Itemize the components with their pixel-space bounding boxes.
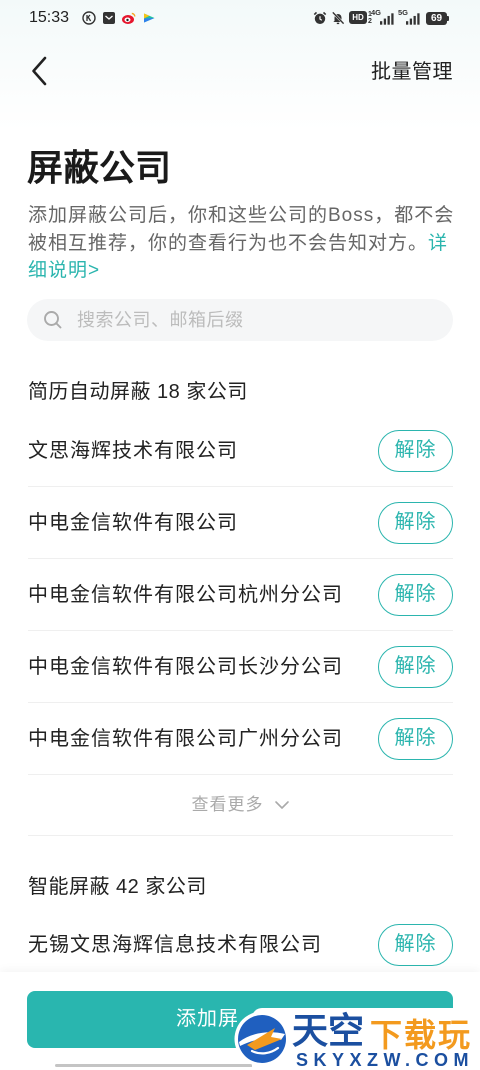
- batch-manage-button[interactable]: 批量管理: [371, 58, 453, 86]
- unblock-button[interactable]: 解除: [378, 574, 453, 616]
- unblock-button[interactable]: 解除: [378, 646, 453, 688]
- search-input[interactable]: [77, 299, 437, 341]
- status-bar: 15:33 HD 1 2 4G 5G 69: [0, 0, 480, 36]
- battery-nub: [447, 16, 449, 21]
- list-item: 中电金信软件有限公司杭州分公司 解除: [28, 559, 453, 631]
- bell-off-icon: [331, 11, 345, 25]
- list-item: 中电金信软件有限公司长沙分公司 解除: [28, 631, 453, 703]
- unblock-button[interactable]: 解除: [378, 718, 453, 760]
- view-more-label: 查看更多: [191, 795, 264, 814]
- watermark-logo-icon: [234, 1011, 290, 1067]
- watermark: 天空 下载玩 SKYXZW.COM: [234, 1008, 480, 1070]
- unblock-button[interactable]: 解除: [378, 924, 453, 966]
- company-name: 无锡文思海辉信息技术有限公司: [28, 934, 322, 956]
- chevron-down-icon: [274, 801, 289, 809]
- search-bar[interactable]: [27, 299, 453, 341]
- smart-blocked-list: 无锡文思海辉信息技术有限公司 解除: [28, 909, 453, 981]
- unblock-button[interactable]: 解除: [378, 430, 453, 472]
- company-name: 中电金信软件有限公司长沙分公司: [28, 656, 343, 678]
- watermark-brand-blue: 天空: [292, 1010, 365, 1051]
- page-title: 屏蔽公司: [27, 147, 172, 188]
- list-item: 文思海辉技术有限公司 解除: [28, 415, 453, 487]
- sim-slot-2: 2: [368, 18, 372, 25]
- auto-blocked-list: 文思海辉技术有限公司 解除 中电金信软件有限公司 解除 中电金信软件有限公司杭州…: [28, 415, 453, 836]
- description-text: 添加屏蔽公司后，你和这些公司的Boss，都不会被相互推荐，你的查看行为也不会告知…: [28, 205, 455, 254]
- signal-icon: [380, 13, 394, 25]
- k-circle-icon: [82, 11, 96, 25]
- watermark-brand-orange: 下载玩: [370, 1017, 473, 1053]
- list-item: 中电金信软件有限公司广州分公司 解除: [28, 703, 453, 775]
- section-heading-smart-blocked: 智能屏蔽 42 家公司: [28, 876, 207, 898]
- company-name: 中电金信软件有限公司: [28, 512, 238, 534]
- company-name: 文思海辉技术有限公司: [28, 440, 238, 462]
- list-item: 无锡文思海辉信息技术有限公司 解除: [28, 909, 453, 981]
- weibo-icon: [122, 12, 136, 24]
- battery-icon: 69: [426, 12, 447, 25]
- status-time: 15:33: [29, 9, 70, 26]
- watermark-domain: SKYXZW.COM: [296, 1050, 475, 1070]
- page-description: 添加屏蔽公司后，你和这些公司的Boss，都不会被相互推荐，你的查看行为也不会告知…: [28, 202, 458, 285]
- section-heading-auto-blocked: 简历自动屏蔽 18 家公司: [28, 381, 248, 403]
- mail-icon: [103, 12, 115, 24]
- list-item: 中电金信软件有限公司 解除: [28, 487, 453, 559]
- search-icon: [44, 311, 62, 329]
- unblock-button[interactable]: 解除: [378, 502, 453, 544]
- signal-icon: [406, 13, 420, 25]
- chevron-left-icon[interactable]: [24, 52, 58, 90]
- app-icon: [144, 13, 155, 23]
- hd-voice-badge: HD: [349, 11, 367, 24]
- alarm-icon: [313, 11, 327, 24]
- company-name: 中电金信软件有限公司杭州分公司: [28, 584, 343, 606]
- view-more-button[interactable]: 查看更多: [28, 775, 453, 836]
- company-name: 中电金信软件有限公司广州分公司: [28, 728, 343, 750]
